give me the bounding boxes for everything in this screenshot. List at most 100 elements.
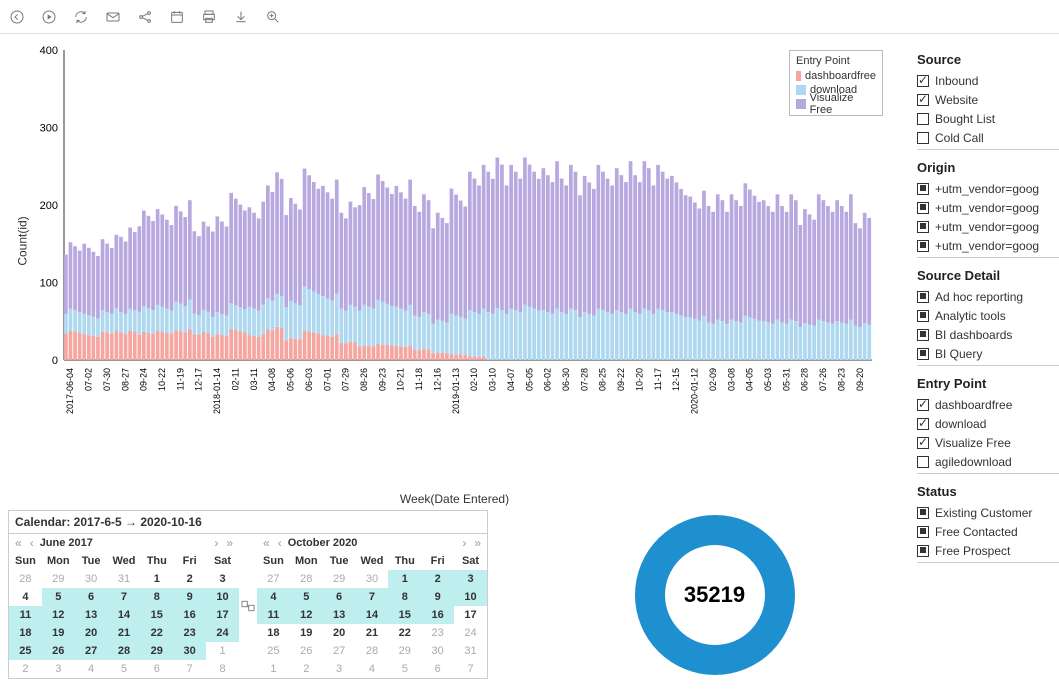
next-year-icon[interactable]: » [224,536,235,550]
filter-item[interactable]: Analytic tools [917,306,1059,325]
calendar-day[interactable]: 27 [323,642,356,660]
calendar-day[interactable]: 4 [75,660,108,678]
calendar-day[interactable]: 29 [323,570,356,588]
checkbox-icon[interactable] [917,202,929,214]
calendar-day[interactable]: 1 [206,642,239,660]
filter-item[interactable]: Website [917,90,1059,109]
checkbox-icon[interactable] [917,240,929,252]
calendar-day[interactable]: 30 [356,570,389,588]
filter-item[interactable]: Ad hoc reporting [917,287,1059,306]
filter-item[interactable]: +utm_vendor=goog [917,217,1059,236]
calendar-day[interactable]: 30 [173,642,206,660]
calendar-day[interactable]: 19 [42,624,75,642]
filter-item[interactable]: Bought List [917,109,1059,128]
calendar-day[interactable]: 20 [75,624,108,642]
calendar-day[interactable]: 11 [9,606,42,624]
share-icon[interactable] [136,8,154,26]
calendar-day[interactable]: 6 [140,660,173,678]
calendar-day[interactable]: 6 [421,660,454,678]
checkbox-icon[interactable] [917,75,929,87]
filter-item[interactable]: download [917,414,1059,433]
calendar-day[interactable]: 10 [206,588,239,606]
filter-item[interactable]: BI dashboards [917,325,1059,344]
calendar-day[interactable]: 4 [9,588,42,606]
calendar-day[interactable]: 3 [206,570,239,588]
calendar-day[interactable]: 17 [454,606,487,624]
checkbox-icon[interactable] [917,94,929,106]
calendar-day[interactable]: 11 [257,606,290,624]
checkbox-icon[interactable] [917,545,929,557]
filter-item[interactable]: dashboardfree [917,395,1059,414]
calendar-day[interactable]: 17 [206,606,239,624]
calendar-day[interactable]: 16 [173,606,206,624]
calendar-day[interactable]: 29 [42,570,75,588]
calendar-day[interactable]: 28 [108,642,141,660]
calendar-day[interactable]: 20 [323,624,356,642]
filter-item[interactable]: +utm_vendor=goog [917,198,1059,217]
checkbox-icon[interactable] [917,507,929,519]
calendar-day[interactable]: 26 [42,642,75,660]
filter-item[interactable]: Free Prospect [917,541,1059,560]
filter-item[interactable]: Cold Call [917,128,1059,147]
calendar-day[interactable]: 2 [9,660,42,678]
calendar-day[interactable]: 5 [290,588,323,606]
calendar-day[interactable]: 31 [108,570,141,588]
prev-month-icon[interactable]: ‹ [276,536,284,550]
calendar-day[interactable]: 16 [421,606,454,624]
calendar-day[interactable]: 22 [140,624,173,642]
calendar-day[interactable]: 2 [290,660,323,678]
checkbox-icon[interactable] [917,399,929,411]
calendar-day[interactable]: 29 [388,642,421,660]
checkbox-icon[interactable] [917,526,929,538]
calendar-day[interactable]: 28 [290,570,323,588]
checkbox-icon[interactable] [917,132,929,144]
prev-year-icon[interactable]: « [261,536,272,550]
zoom-in-icon[interactable] [264,8,282,26]
calendar-day[interactable]: 12 [42,606,75,624]
calendar-day[interactable]: 4 [257,588,290,606]
checkbox-icon[interactable] [917,418,929,430]
filter-item[interactable]: Existing Customer [917,503,1059,522]
calendar-day[interactable]: 5 [108,660,141,678]
calendar-day[interactable]: 6 [75,588,108,606]
filter-item[interactable]: +utm_vendor=goog [917,179,1059,198]
calendar-day[interactable]: 18 [257,624,290,642]
calendar-day[interactable]: 29 [140,642,173,660]
calendar-day[interactable]: 14 [356,606,389,624]
prev-year-icon[interactable]: « [13,536,24,550]
play-icon[interactable] [40,8,58,26]
calendar-day[interactable]: 15 [140,606,173,624]
calendar-day[interactable]: 13 [75,606,108,624]
link-range-icon[interactable] [239,534,257,678]
filter-item[interactable]: BI Query [917,344,1059,363]
calendar-day[interactable]: 28 [9,570,42,588]
calendar-day[interactable]: 6 [323,588,356,606]
calendar-day[interactable]: 28 [356,642,389,660]
calendar-day[interactable]: 1 [257,660,290,678]
checkbox-icon[interactable] [917,329,929,341]
calendar-day[interactable]: 18 [9,624,42,642]
checkbox-icon[interactable] [917,291,929,303]
filter-item[interactable]: agiledownload [917,452,1059,471]
calendar-day[interactable]: 19 [290,624,323,642]
calendar-day[interactable]: 10 [454,588,487,606]
calendar-day[interactable]: 9 [173,588,206,606]
calendar-day[interactable]: 30 [421,642,454,660]
calendar-day[interactable]: 30 [75,570,108,588]
back-icon[interactable] [8,8,26,26]
calendar-day[interactable]: 3 [42,660,75,678]
calendar-day[interactable]: 22 [388,624,421,642]
calendar-day[interactable]: 26 [290,642,323,660]
download-icon[interactable] [232,8,250,26]
filter-item[interactable]: +utm_vendor=goog [917,236,1059,255]
checkbox-icon[interactable] [917,183,929,195]
checkbox-icon[interactable] [917,437,929,449]
calendar-day[interactable]: 8 [388,588,421,606]
calendar-day[interactable]: 1 [140,570,173,588]
calendar-icon[interactable] [168,8,186,26]
calendar-day[interactable]: 3 [323,660,356,678]
calendar-day[interactable]: 24 [454,624,487,642]
calendar-day[interactable]: 2 [173,570,206,588]
calendar-day[interactable]: 5 [388,660,421,678]
checkbox-icon[interactable] [917,113,929,125]
